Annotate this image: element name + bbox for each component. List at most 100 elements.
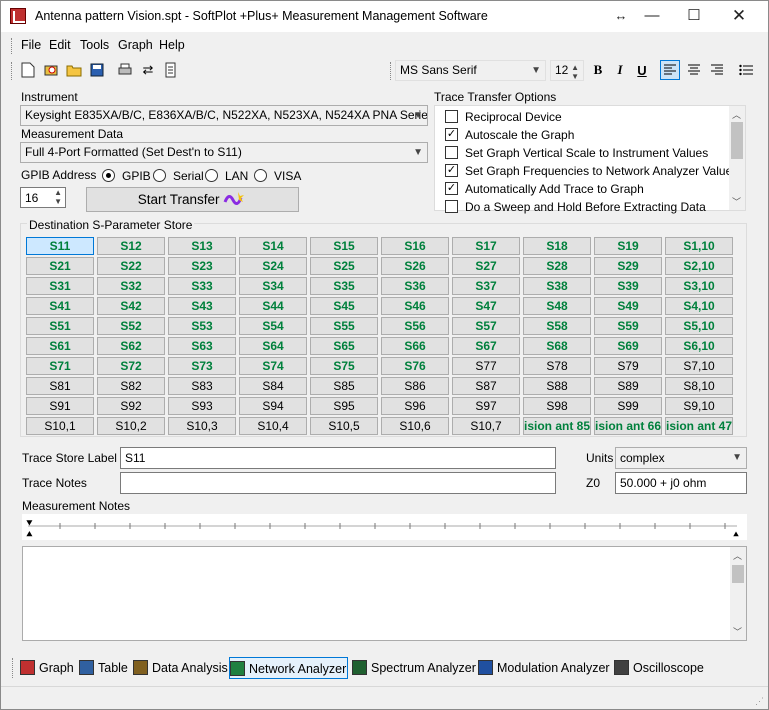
menu-file[interactable]: File (21, 38, 41, 52)
underline-button[interactable]: U (632, 60, 652, 80)
s-parameter-cell[interactable]: S10,5 (310, 417, 378, 435)
s-parameter-cell[interactable]: S69 (594, 337, 662, 355)
start-transfer-button[interactable]: Start Transfer (86, 187, 299, 212)
align-right-icon[interactable] (707, 60, 727, 80)
s-parameter-cell[interactable]: S18 (523, 237, 591, 255)
trace-option-row[interactable]: Set Graph Vertical Scale to Instrument V… (435, 144, 729, 162)
s-parameter-cell[interactable]: S35 (310, 277, 378, 295)
trace-option-checkbox[interactable] (445, 110, 458, 123)
radio-gpib[interactable] (102, 169, 115, 182)
s-parameter-cell[interactable]: S53 (168, 317, 236, 335)
s-parameter-cell[interactable]: S68 (523, 337, 591, 355)
s-parameter-cell[interactable]: S62 (97, 337, 165, 355)
s-parameter-cell[interactable]: S45 (310, 297, 378, 315)
s-parameter-cell[interactable]: S83 (168, 377, 236, 395)
s-parameter-cell[interactable]: S1,10 (665, 237, 733, 255)
s-parameter-cell[interactable]: S89 (594, 377, 662, 395)
s-parameter-cell[interactable]: S82 (97, 377, 165, 395)
s-parameter-cell[interactable]: S93 (168, 397, 236, 415)
s-parameter-cell[interactable]: S38 (523, 277, 591, 295)
instrument-select[interactable]: Keysight E835XA/B/C, E836XA/B/C, N522XA,… (20, 105, 428, 126)
s-parameter-cell[interactable]: S26 (381, 257, 449, 275)
notes-ruler[interactable]: ⯆ ⯅ ⯅ (22, 514, 747, 541)
s-parameter-cell[interactable]: S46 (381, 297, 449, 315)
s-parameter-cell[interactable]: S86 (381, 377, 449, 395)
s-parameter-cell[interactable]: S63 (168, 337, 236, 355)
s-parameter-cell[interactable]: S58 (523, 317, 591, 335)
s-parameter-cell[interactable]: S76 (381, 357, 449, 375)
s-parameter-cell[interactable]: S10,6 (381, 417, 449, 435)
trace-option-row[interactable]: Reciprocal Device (435, 108, 729, 126)
scroll-thumb[interactable] (732, 565, 744, 583)
s-parameter-cell[interactable]: S28 (523, 257, 591, 275)
s-parameter-cell[interactable]: S10,3 (168, 417, 236, 435)
trace-store-label-input[interactable]: S11 (120, 447, 556, 469)
radio-visa[interactable] (254, 169, 267, 182)
s-parameter-cell[interactable]: S3,10 (665, 277, 733, 295)
s-parameter-cell[interactable]: S47 (452, 297, 520, 315)
s-parameter-cell[interactable]: S52 (97, 317, 165, 335)
trace-option-checkbox[interactable] (445, 146, 458, 159)
s-parameter-cell[interactable]: S87 (452, 377, 520, 395)
s-parameter-cell[interactable]: S54 (239, 317, 307, 335)
s-parameter-cell[interactable]: S34 (239, 277, 307, 295)
s-parameter-cell[interactable]: S37 (452, 277, 520, 295)
s-parameter-cell[interactable]: S21 (26, 257, 94, 275)
align-left-icon[interactable] (660, 60, 680, 80)
s-parameter-cell[interactable]: S5,10 (665, 317, 733, 335)
italic-button[interactable]: I (610, 60, 630, 80)
font-family-select[interactable]: MS Sans Serif ▼ (395, 60, 546, 81)
s-parameter-cell[interactable]: S14 (239, 237, 307, 255)
s-parameter-cell[interactable]: S85 (310, 377, 378, 395)
s-parameter-cell[interactable]: S29 (594, 257, 662, 275)
tab-modulation-analyzer[interactable]: Modulation Analyzer (478, 657, 610, 679)
s-parameter-cell[interactable]: ision ant 854 (523, 417, 591, 435)
app-icon[interactable] (10, 8, 26, 24)
scroll-thumb[interactable] (731, 122, 743, 159)
scroll-up-icon[interactable]: ︿ (733, 549, 742, 562)
s-parameter-cell[interactable]: S7,10 (665, 357, 733, 375)
s-parameter-cell[interactable]: S36 (381, 277, 449, 295)
trace-notes-input[interactable] (120, 472, 556, 494)
s-parameter-cell[interactable]: S23 (168, 257, 236, 275)
s-parameter-cell[interactable]: S16 (381, 237, 449, 255)
s-parameter-cell[interactable]: S98 (523, 397, 591, 415)
trace-options-scrollbar[interactable]: ︿ ﹀ (729, 106, 745, 210)
s-parameter-cell[interactable]: S43 (168, 297, 236, 315)
gpib-address-input[interactable]: 16 ▲ ▼ (20, 187, 66, 208)
s-parameter-cell[interactable]: S8,10 (665, 377, 733, 395)
minimize-button[interactable]: — (629, 1, 675, 32)
s-parameter-cell[interactable]: S2,10 (665, 257, 733, 275)
trace-option-checkbox[interactable]: ✓ (445, 164, 458, 177)
s-parameter-cell[interactable]: S97 (452, 397, 520, 415)
bullet-list-icon[interactable] (736, 60, 756, 80)
s-parameter-cell[interactable]: S24 (239, 257, 307, 275)
s-parameter-cell[interactable]: S64 (239, 337, 307, 355)
s-parameter-cell[interactable]: S96 (381, 397, 449, 415)
s-parameter-cell[interactable]: S17 (452, 237, 520, 255)
s-parameter-cell[interactable]: S71 (26, 357, 94, 375)
s-parameter-cell[interactable]: S39 (594, 277, 662, 295)
s-parameter-cell[interactable]: S84 (239, 377, 307, 395)
menu-edit[interactable]: Edit (49, 38, 71, 52)
radio-serial[interactable] (153, 169, 166, 182)
menu-graph[interactable]: Graph (118, 38, 153, 52)
s-parameter-cell[interactable]: S49 (594, 297, 662, 315)
script-icon[interactable] (161, 60, 181, 80)
s-parameter-cell[interactable]: S74 (239, 357, 307, 375)
s-parameter-cell[interactable]: S81 (26, 377, 94, 395)
bold-button[interactable]: B (588, 60, 608, 80)
trace-option-row[interactable]: Do a Sweep and Hold Before Extracting Da… (435, 198, 729, 216)
s-parameter-cell[interactable]: S66 (381, 337, 449, 355)
trace-option-checkbox[interactable]: ✓ (445, 128, 458, 141)
s-parameter-cell[interactable]: S32 (97, 277, 165, 295)
s-parameter-cell[interactable]: S79 (594, 357, 662, 375)
s-parameter-cell[interactable]: S88 (523, 377, 591, 395)
s-parameter-cell[interactable]: S19 (594, 237, 662, 255)
save-icon[interactable] (87, 60, 107, 80)
new-file-icon[interactable] (18, 60, 38, 80)
s-parameter-cell[interactable]: S92 (97, 397, 165, 415)
s-parameter-cell[interactable]: S91 (26, 397, 94, 415)
scroll-down-icon[interactable]: ﹀ (732, 195, 741, 208)
tab-network-analyzer[interactable]: Network Analyzer (229, 657, 348, 679)
